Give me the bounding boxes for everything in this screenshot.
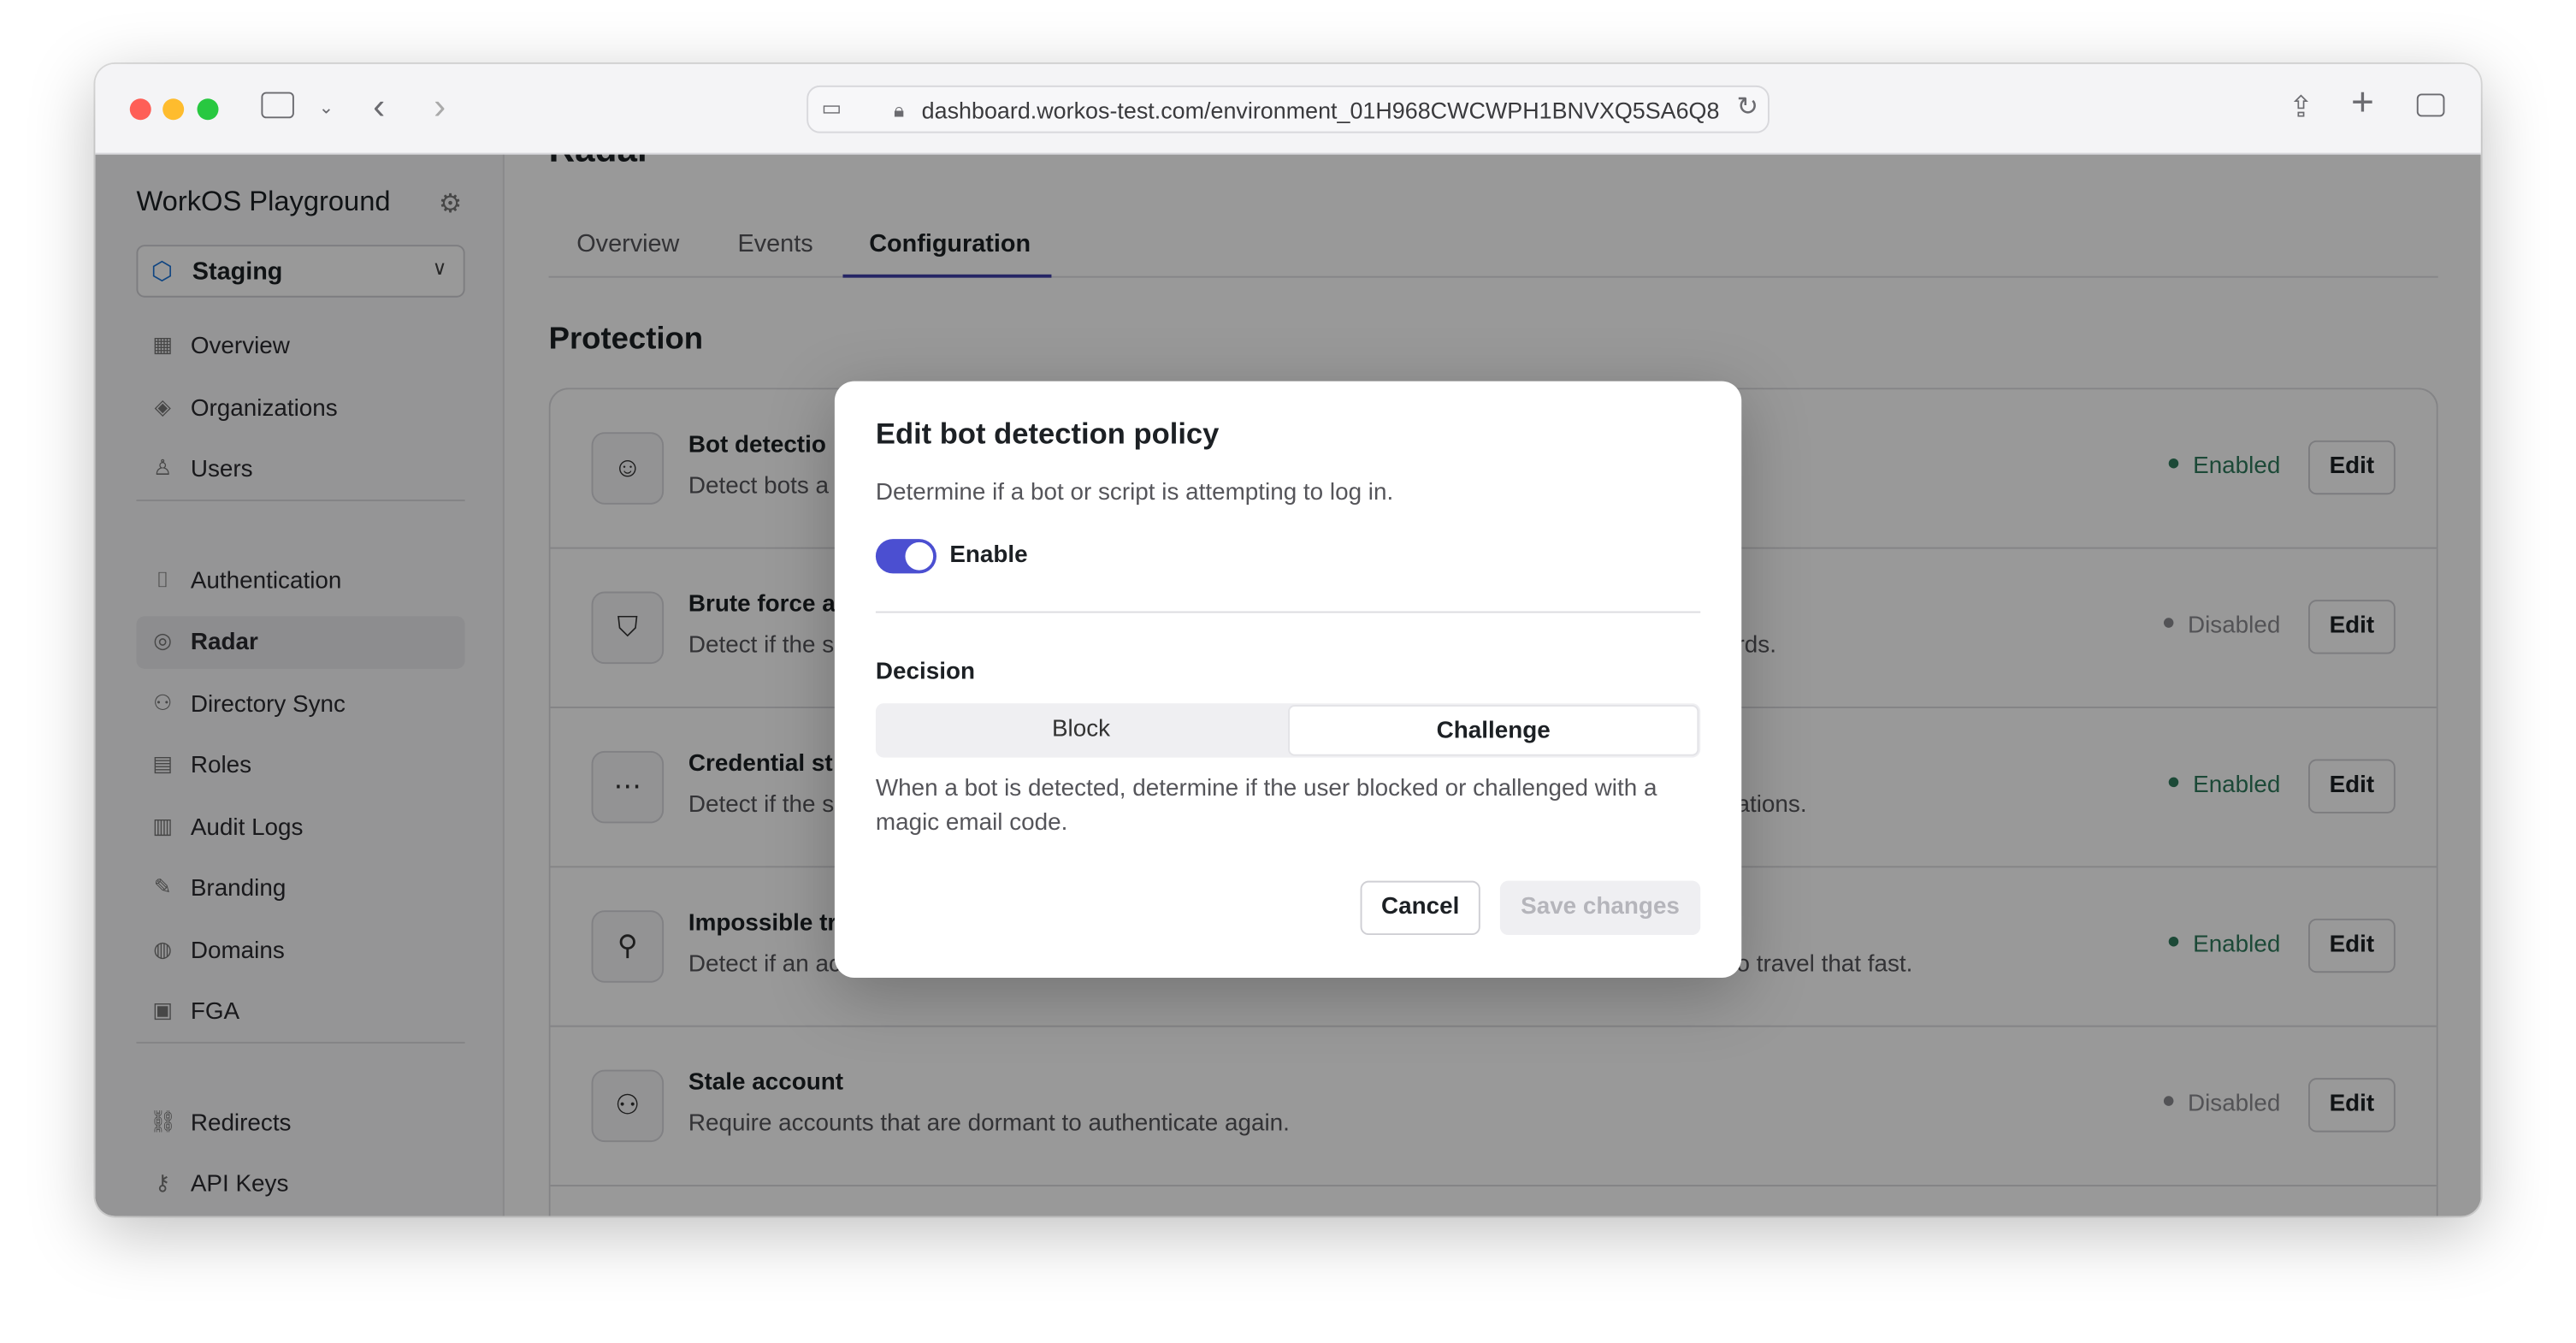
sidebar-toggle-icon[interactable] xyxy=(261,92,294,119)
toggle-knob xyxy=(905,541,934,571)
tabs-overview-icon[interactable] xyxy=(2416,93,2445,117)
edit-policy-dialog: Edit bot detection policy Determine if a… xyxy=(834,381,1742,978)
reload-icon[interactable]: ↻ xyxy=(1736,92,1758,125)
lock-icon: 🔒︎ xyxy=(894,98,905,122)
chevron-down-icon[interactable]: ⌄ xyxy=(319,92,334,125)
save-changes-button[interactable]: Save changes xyxy=(1499,880,1701,936)
decision-help-text: When a bot is detected, determine if the… xyxy=(875,775,1657,837)
browser-window: ⌄ ‹ › ▭ 🔒︎ dashboard.workos-test.com/env… xyxy=(95,63,2481,1216)
share-icon[interactable]: ⇪ xyxy=(2289,91,2313,123)
decision-label: Decision xyxy=(875,659,975,686)
close-window-button[interactable] xyxy=(129,98,151,121)
enable-label: Enable xyxy=(949,541,1028,569)
dialog-description: Determine if a bot or script is attempti… xyxy=(875,479,1394,506)
option-challenge[interactable]: Challenge xyxy=(1288,705,1699,756)
zoom-window-button[interactable] xyxy=(197,98,219,121)
address-bar[interactable]: ▭ 🔒︎ dashboard.workos-test.com/environme… xyxy=(806,85,1770,133)
option-block[interactable]: Block xyxy=(876,705,1286,756)
url-text[interactable]: dashboard.workos-test.com/environment_01… xyxy=(922,97,1721,123)
dialog-title: Edit bot detection policy xyxy=(875,417,1220,451)
browser-toolbar: ⌄ ‹ › ▭ 🔒︎ dashboard.workos-test.com/env… xyxy=(95,63,2481,155)
enable-toggle[interactable] xyxy=(875,539,936,574)
cancel-button[interactable]: Cancel xyxy=(1360,880,1480,936)
decision-segmented-control: Block Challenge xyxy=(875,703,1701,758)
forward-icon[interactable]: › xyxy=(434,88,446,124)
back-icon[interactable]: ‹ xyxy=(373,88,385,124)
site-settings-icon[interactable]: ▭ xyxy=(822,92,842,125)
divider xyxy=(875,611,1701,613)
minimize-window-button[interactable] xyxy=(162,98,185,121)
new-tab-icon[interactable]: + xyxy=(2351,83,2374,122)
